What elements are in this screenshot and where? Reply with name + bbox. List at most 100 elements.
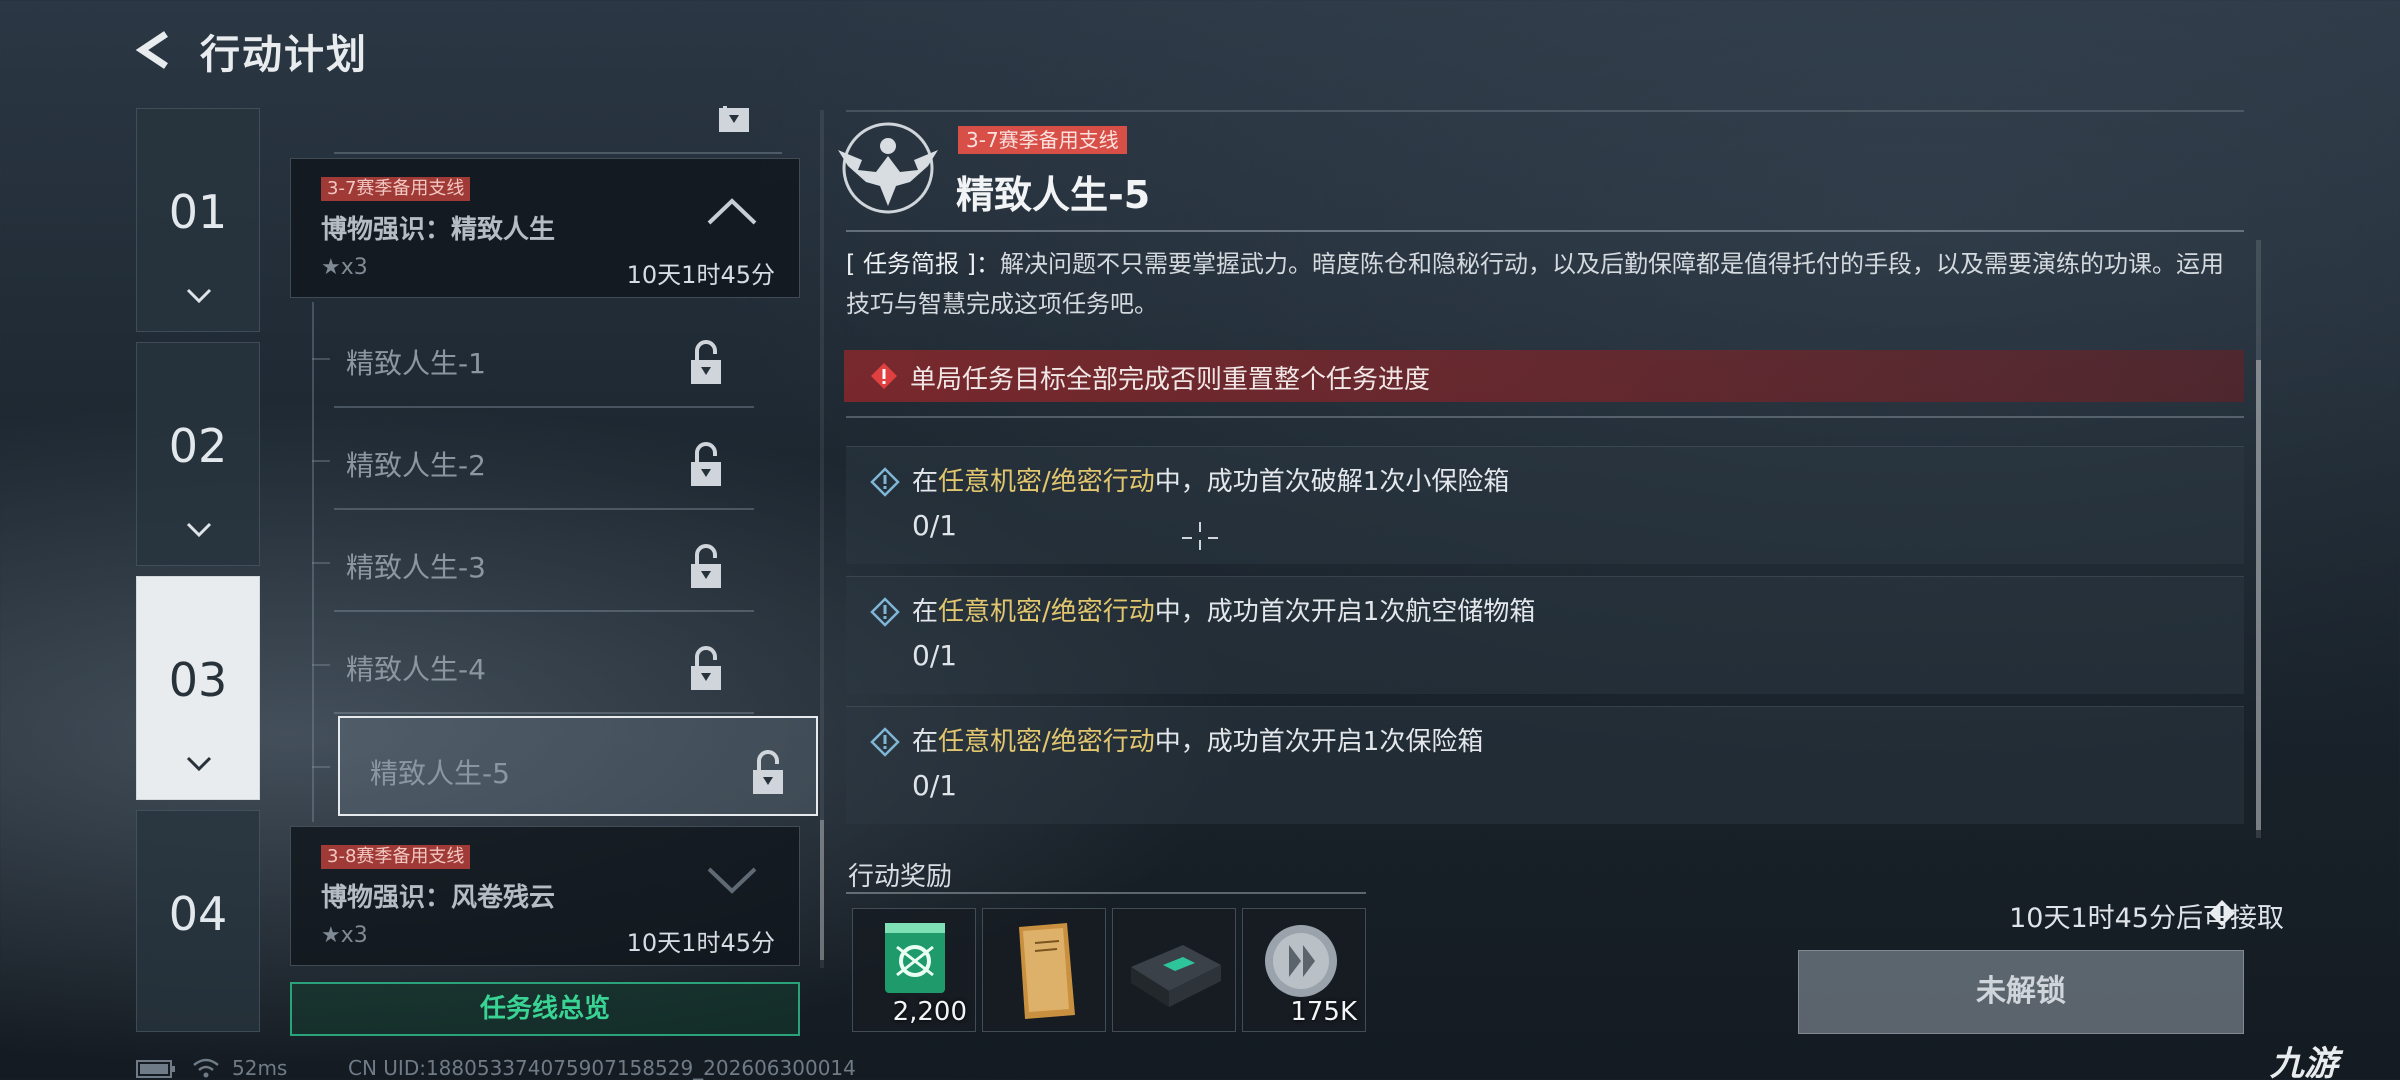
rewards-title: 行动奖励 [848,862,953,892]
crosshair-icon [1182,522,1218,550]
mission-group-expanded[interactable]: 3-7赛季备用支线 博物强识：精致人生 ★x3 10天1时45分 [290,158,800,298]
objective-progress: 0/1 [912,509,958,542]
sub-mission-4[interactable]: 精致人生-4 [334,614,754,714]
reward-item[interactable]: 2,200 [852,908,976,1032]
sub-mission-5[interactable]: 精致人生-5 [338,716,818,816]
sub-mission-name: 精致人生-5 [370,757,510,790]
reward-item[interactable]: 175K [1242,908,1366,1032]
season-tag: 3-7赛季备用支线 [321,177,471,201]
chapter-number: 01 [168,185,228,239]
back-arrow-icon[interactable] [132,28,176,72]
locked-accept-button[interactable]: 未解锁 [1798,950,2244,1034]
mission-list[interactable]: 3-7赛季备用支线 博物强识：精致人生 ★x3 10天1时45分 精致人生-1 … [282,106,822,1016]
mission-brief: [ 任务简报 ]：解决问题不只需要掌握武力。暗度陈仓和隐秘行动，以及后勤保障都是… [846,244,2236,324]
divider [846,892,1366,894]
objective-diamond-icon [870,467,900,497]
battery-icon [136,1060,175,1078]
chapter-tab-03[interactable]: 03 [136,576,260,800]
reward-quantity: 175K [1290,997,1357,1027]
chevron-down-icon [186,522,212,538]
season-tag: 3-7赛季备用支线 [958,126,1127,154]
warning-banner: 单局任务目标全部完成否则重置整个任务进度 [844,350,2244,402]
tree-branch [312,664,330,666]
tree-branch [312,358,330,360]
chapter-tab-01[interactable]: 01 [136,108,260,332]
objective-progress: 0/1 [912,639,958,672]
warning-text: 单局任务目标全部完成否则重置整个任务进度 [910,365,1431,395]
objective-prefix: 在 [912,467,939,497]
lock-icon [688,542,724,594]
objective-item: 在任意机密/绝密行动中，成功首次破解1次小保险箱 0/1 [846,446,2244,564]
group-name: 博物强识：风卷残云 [321,883,556,913]
uid-text: CN UID:1880533740759071585​29_2026063000… [348,1056,856,1080]
time-remaining: 10天1时45分 [626,929,775,957]
chapter-number: 02 [168,419,228,473]
divider [846,230,2244,232]
detail-scrollbar[interactable] [2256,240,2261,838]
reward-quantity: 2,200 [892,997,967,1027]
chevron-down-icon [186,756,212,772]
time-remaining: 10天1时45分 [626,261,775,289]
objective-text: 在任意机密/绝密行动中，成功首次开启1次保险箱 [912,721,1483,758]
objective-suffix: 中，成功首次开启1次航空储物箱 [1154,597,1536,627]
star-count: ★x3 [321,255,368,280]
objective-highlight: 任意机密/绝密行动 [938,727,1155,757]
sub-mission-name: 精致人生-2 [346,449,486,482]
storage-case-icon [1131,945,1221,1007]
scrollbar-thumb[interactable] [2256,360,2261,830]
available-time-text: 10天1时45分后可接取 [2009,903,2284,934]
eagle-emblem-icon [832,116,944,220]
chapter-number: 03 [168,653,228,707]
tree-branch [312,766,330,768]
objective-text: 在任意机密/绝密行动中，成功首次破解1次小保险箱 [912,461,1509,498]
mission-group-collapsed[interactable]: 3-8赛季备用支线 博物强识：风卷残云 ★x3 10天1时45分 [290,826,800,966]
document-folder-icon [1019,923,1075,1019]
lock-icon [716,106,752,138]
objective-highlight: 任意机密/绝密行动 [938,597,1155,627]
info-diamond-icon[interactable] [2208,899,2236,927]
chevron-down-icon [186,288,212,304]
sub-mission-3[interactable]: 精致人生-3 [334,512,754,612]
lock-icon [750,748,786,800]
sub-mission-1[interactable]: 精致人生-1 [334,308,754,408]
lock-icon [688,644,724,696]
objective-progress: 0/1 [912,769,958,802]
divider [846,110,2244,112]
chevron-up-icon[interactable] [705,197,759,227]
objective-item: 在任意机密/绝密行动中，成功首次开启1次航空储物箱 0/1 [846,576,2244,694]
scrollbar-thumb[interactable] [820,820,824,960]
chapter-tab-02[interactable]: 02 [136,342,260,566]
sub-mission-2[interactable]: 精致人生-2 [334,410,754,510]
divider [846,416,2244,418]
mission-list-scrollbar[interactable] [820,110,824,968]
page-title: 行动计划 [200,32,368,78]
objective-item: 在任意机密/绝密行动中，成功首次开启1次保险箱 0/1 [846,706,2244,824]
reward-item[interactable] [1112,908,1236,1032]
star-count: ★x3 [321,923,368,948]
lock-icon [688,440,724,492]
sub-mission-name: 精致人生-3 [346,551,486,584]
objective-suffix: 中，成功首次破解1次小保险箱 [1154,467,1510,497]
ping-text: 52ms [232,1056,288,1080]
chapter-number: 04 [168,887,228,941]
objective-prefix: 在 [912,597,939,627]
sub-mission-name: 精致人生-4 [346,653,486,686]
tree-branch [312,562,330,564]
brief-label: [ 任务简报 ]： [846,250,1000,278]
tree-branch [312,460,330,462]
season-tag: 3-8赛季备用支线 [321,845,471,869]
sub-mission-name: 精致人生-1 [346,347,486,380]
reward-item[interactable] [982,908,1106,1032]
wifi-icon [193,1058,219,1078]
chapter-tab-04[interactable]: 04 [136,810,260,1032]
brand-watermark: 九游 [2270,1044,2338,1080]
objective-diamond-icon [870,727,900,757]
chevron-down-icon[interactable] [705,865,759,895]
mission-title: 精致人生-5 [956,173,1151,217]
objective-prefix: 在 [912,727,939,757]
brief-text: 解决问题不只需要掌握武力。暗度陈仓和隐秘行动，以及后勤保障都是值得托付的手段，以… [846,250,2224,318]
mission-line-overview-button[interactable]: 任务线总览 [290,982,800,1036]
objective-diamond-icon [870,597,900,627]
partial-mission-row[interactable] [334,106,782,154]
objective-suffix: 中，成功首次开启1次保险箱 [1154,727,1484,757]
